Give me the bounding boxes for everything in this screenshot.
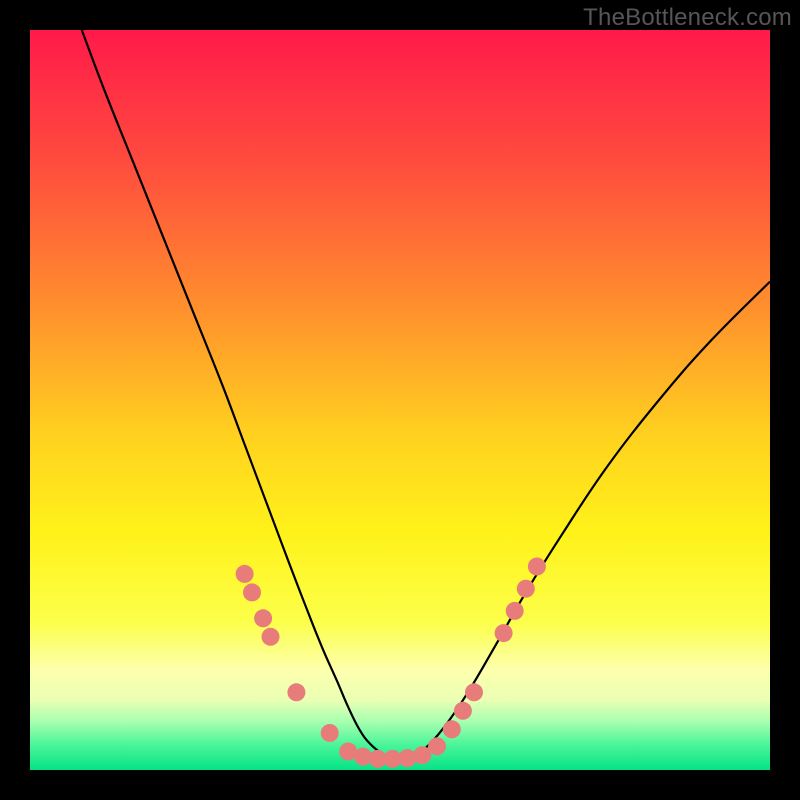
sample-dot [428,737,446,755]
sample-dot [243,583,261,601]
sample-dot [517,580,535,598]
sample-dot [287,683,305,701]
sample-dot [398,749,416,767]
sample-dot [506,602,524,620]
watermark-text: TheBottleneck.com [583,4,792,32]
sample-dot [528,558,546,576]
sample-dot [236,565,254,583]
bottleneck-chart [30,30,770,770]
sample-dot [254,609,272,627]
plot-area [30,30,770,770]
sample-dot [321,724,339,742]
sample-dot [443,720,461,738]
sample-dot [262,628,280,646]
sample-dot [495,624,513,642]
sample-dot [454,702,472,720]
sample-dot [465,683,483,701]
chart-frame: TheBottleneck.com [0,0,800,800]
